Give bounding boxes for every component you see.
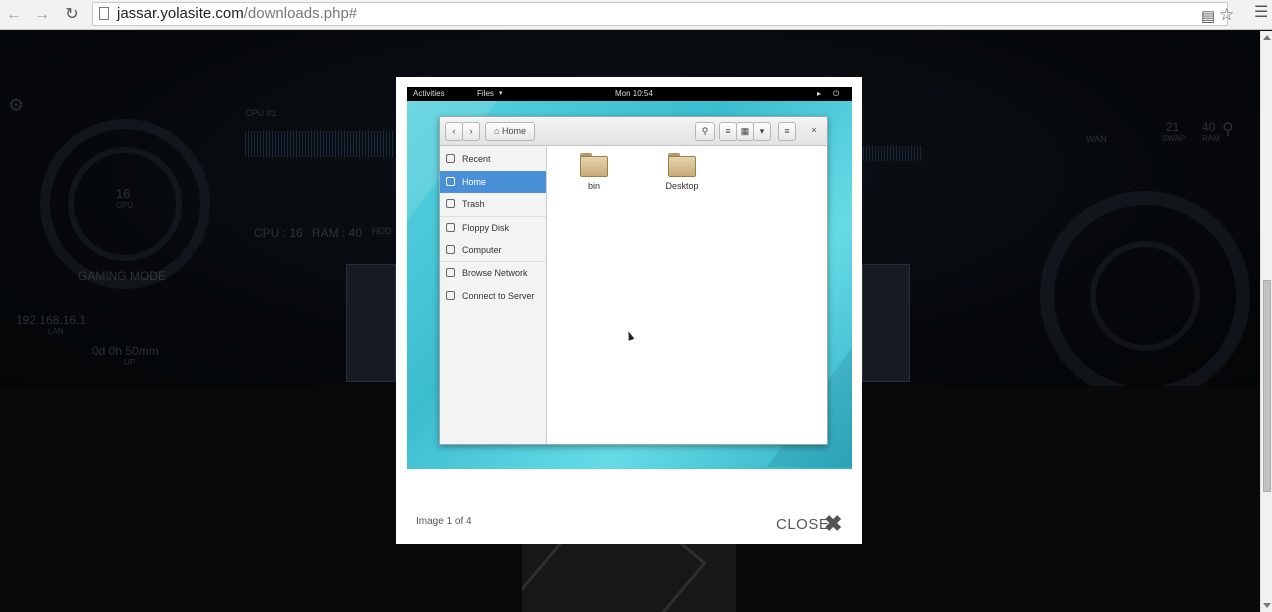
file-manager-header: ‹ › ⌂ Home ⚲ ≡ ▦ ▾ ≡ × <box>440 117 827 146</box>
app-menu-label: Files <box>477 89 494 98</box>
computer-icon <box>446 245 455 254</box>
browser-toolbar: ← → ↻ jassar.yolasite.com/downloads.php#… <box>0 0 1272 30</box>
mouse-cursor-icon <box>625 330 635 341</box>
sidebar-item-trash: Trash <box>440 193 546 215</box>
clock-icon <box>446 154 455 163</box>
close-icon: × <box>811 125 817 135</box>
activities-label: Activities <box>413 89 445 98</box>
server-icon <box>446 291 455 300</box>
sidebar-item-network: Browse Network <box>440 262 546 284</box>
lightbox: Activities Files ▾ Mon 10:54 ▸ ⏻ ‹ › ⌂ H… <box>396 77 862 544</box>
forward-icon: › <box>462 122 480 141</box>
file-item: Desktop <box>652 153 712 191</box>
floppy-icon <box>446 223 455 232</box>
scroll-down-icon[interactable] <box>1263 603 1271 608</box>
back-icon[interactable]: ← <box>2 3 26 27</box>
sidebar-item-connect: Connect to Server <box>440 285 546 307</box>
home-icon <box>446 177 455 186</box>
chevron-down-icon: ▾ <box>499 90 503 97</box>
sidebar-item-label: Connect to Server <box>462 291 535 301</box>
clock-label: Mon 10:54 <box>615 89 653 98</box>
places-sidebar: Recent Home Trash Floppy Disk Computer B… <box>440 146 547 444</box>
page-icon <box>99 7 109 20</box>
star-icon[interactable]: ☆ <box>1219 5 1234 25</box>
menu-icon: ≡ <box>778 122 796 141</box>
back-icon: ‹ <box>445 122 463 141</box>
sidebar-item-home: Home <box>440 171 546 193</box>
power-icon: ⏻ <box>833 89 840 98</box>
scrollbar-thumb[interactable] <box>1263 280 1271 492</box>
folder-icon <box>580 153 608 177</box>
sidebar-item-label: Trash <box>462 199 485 209</box>
url-text: jassar.yolasite.com/downloads.php# <box>117 4 357 24</box>
sidebar-item-label: Floppy Disk <box>462 223 510 233</box>
trash-icon <box>446 199 455 208</box>
file-name: Desktop <box>665 181 699 191</box>
list-view-icon: ≡ <box>719 122 737 141</box>
sidebar-item-label: Home <box>462 177 487 187</box>
location-button: ⌂ Home <box>485 122 535 141</box>
scroll-up-icon[interactable] <box>1263 35 1271 40</box>
file-manager-window: ‹ › ⌂ Home ⚲ ≡ ▦ ▾ ≡ × Recent Home Trash… <box>439 116 828 445</box>
sidebar-item-label: Browse Network <box>462 268 528 278</box>
forward-icon[interactable]: → <box>30 3 54 27</box>
file-name: bin <box>587 181 600 191</box>
translate-icon[interactable]: ▤ <box>1201 7 1215 27</box>
search-icon: ⚲ <box>695 122 715 141</box>
lightbox-image[interactable]: Activities Files ▾ Mon 10:54 ▸ ⏻ ‹ › ⌂ H… <box>407 87 852 469</box>
gnome-top-bar: Activities Files ▾ Mon 10:54 ▸ ⏻ <box>407 87 852 101</box>
volume-icon: ▸ <box>817 89 822 98</box>
reload-icon[interactable]: ↻ <box>60 3 84 27</box>
sidebar-item-label: Computer <box>462 245 502 255</box>
vertical-scrollbar[interactable] <box>1260 31 1272 612</box>
file-item: bin <box>564 153 624 191</box>
location-label: Home <box>501 126 526 136</box>
sidebar-item-computer: Computer <box>440 239 546 261</box>
sidebar-item-label: Recent <box>462 154 491 164</box>
home-icon: ⌂ <box>494 126 500 136</box>
sidebar-item-floppy: Floppy Disk <box>440 217 546 239</box>
sidebar-item-recent: Recent <box>440 148 546 170</box>
folder-icon <box>668 153 696 177</box>
grid-view-icon: ▦ <box>736 122 754 141</box>
menu-icon[interactable]: ☰ <box>1254 3 1268 23</box>
close-x-icon: ✖ <box>824 511 843 536</box>
url-host: jassar.yolasite.com <box>117 5 244 22</box>
url-path: /downloads.php# <box>243 5 358 22</box>
network-icon <box>446 268 455 277</box>
address-bar[interactable]: jassar.yolasite.com/downloads.php# ▤ ☆ <box>92 2 1234 27</box>
image-caption: Image 1 of 4 <box>416 516 472 527</box>
chevron-down-icon: ▾ <box>753 122 771 141</box>
close-label: CLOSE <box>776 516 830 533</box>
close-button[interactable]: CLOSE ✖ <box>776 513 842 535</box>
